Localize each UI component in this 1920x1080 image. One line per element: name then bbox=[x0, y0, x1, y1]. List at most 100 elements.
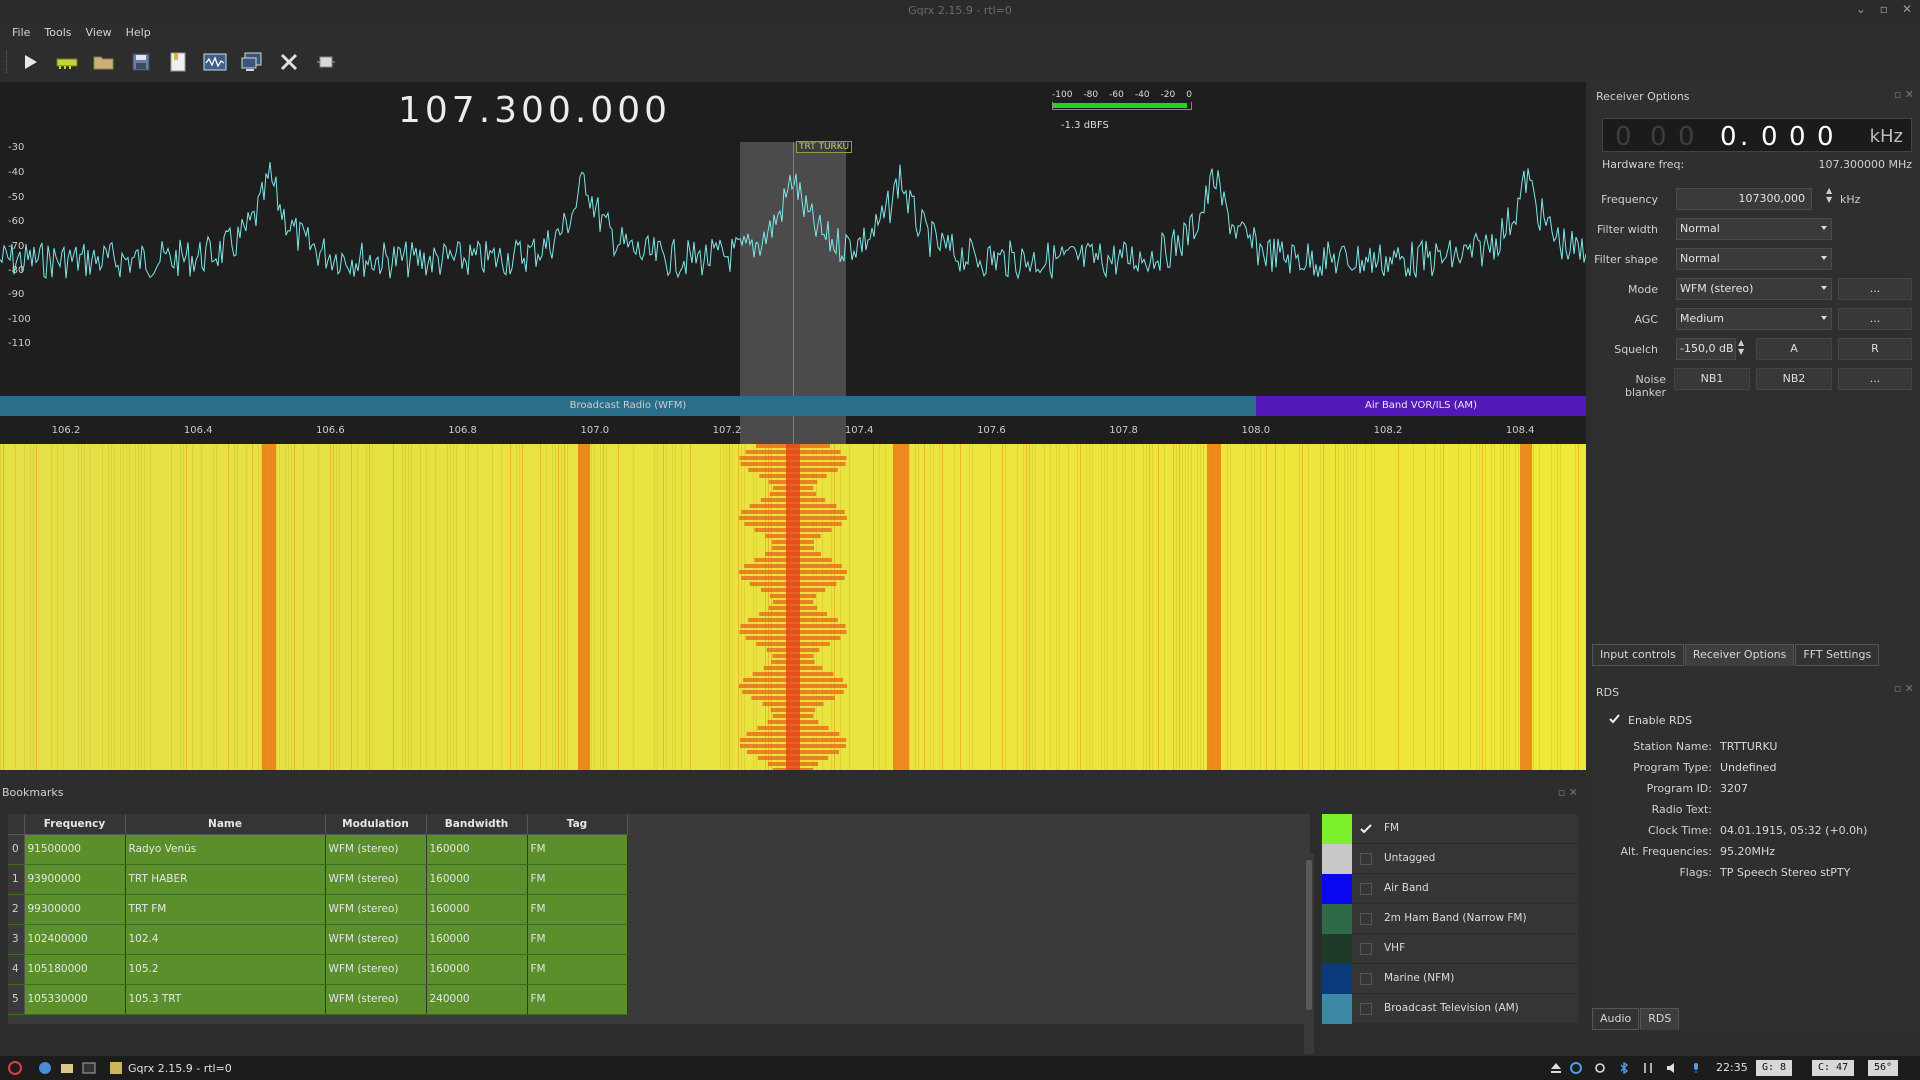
tag-checkbox[interactable] bbox=[1360, 943, 1372, 955]
tab-rds[interactable]: RDS bbox=[1640, 1008, 1680, 1030]
tab-audio[interactable]: Audio bbox=[1592, 1008, 1640, 1030]
table-row[interactable]: 3 102400000 102.4 WFM (stereo) 160000 FM bbox=[8, 924, 628, 955]
table-row[interactable]: 5 105330000 105.3 TRT WFM (stereo) 240000 FM bbox=[8, 984, 628, 1015]
cell-name[interactable]: Radyo Venüs bbox=[125, 834, 326, 865]
mode-select[interactable]: WFM (stereo) bbox=[1676, 278, 1832, 300]
cell-name[interactable]: 102.4 bbox=[125, 924, 326, 955]
cell-bandwidth[interactable]: 160000 bbox=[426, 834, 528, 865]
tag-checkbox[interactable] bbox=[1360, 883, 1372, 895]
menu-view[interactable]: View bbox=[86, 26, 112, 39]
lcd-digit[interactable]: 0 bbox=[1720, 122, 1737, 152]
table-row[interactable]: 2 99300000 TRT FM WFM (stereo) 160000 FM bbox=[8, 894, 628, 925]
open-folder-icon[interactable] bbox=[88, 48, 120, 76]
frequency-spin-icon[interactable]: ▲ ▼ bbox=[1826, 186, 1832, 204]
nb-options-button[interactable]: ... bbox=[1838, 368, 1912, 390]
settings-tools-icon[interactable] bbox=[273, 48, 305, 76]
cell-frequency[interactable]: 105330000 bbox=[24, 984, 126, 1015]
dock-float-close-icon[interactable]: ▫ ✕ bbox=[1894, 682, 1914, 695]
cell-tag[interactable]: FM bbox=[527, 894, 628, 925]
cell-tag[interactable]: FM bbox=[527, 864, 628, 895]
remote-control-icon[interactable] bbox=[236, 48, 268, 76]
table-row[interactable]: 1 93900000 TRT HABER WFM (stereo) 160000 FM bbox=[8, 864, 628, 895]
terminal-icon[interactable] bbox=[82, 1061, 96, 1075]
minimize-icon[interactable]: ⌄ bbox=[1856, 2, 1866, 16]
row-index[interactable]: 4 bbox=[8, 954, 25, 985]
tab-receiver-options[interactable]: Receiver Options bbox=[1684, 644, 1795, 666]
save-icon[interactable] bbox=[125, 48, 157, 76]
dock-float-close-icon[interactable]: ▫ ✕ bbox=[1558, 786, 1578, 799]
frequency-input[interactable]: 107300,000 bbox=[1676, 188, 1812, 210]
tag-checkbox[interactable] bbox=[1360, 973, 1372, 985]
filter-width-select[interactable]: Normal bbox=[1676, 218, 1832, 240]
cell-name[interactable]: TRT FM bbox=[125, 894, 326, 925]
mode-options-button[interactable]: ... bbox=[1838, 278, 1912, 300]
cell-bandwidth[interactable]: 160000 bbox=[426, 894, 528, 925]
menu-help[interactable]: Help bbox=[126, 26, 151, 39]
cell-frequency[interactable]: 91500000 bbox=[24, 834, 126, 865]
cell-modulation[interactable]: WFM (stereo) bbox=[325, 984, 427, 1015]
bluetooth-icon[interactable] bbox=[1618, 1062, 1630, 1074]
start-menu-icon[interactable] bbox=[8, 1061, 22, 1075]
tag-row[interactable]: FM bbox=[1322, 814, 1578, 844]
tag-checkbox[interactable] bbox=[1360, 913, 1372, 925]
network-icon[interactable] bbox=[1642, 1062, 1654, 1074]
col-name[interactable]: Name bbox=[125, 814, 326, 835]
cell-bandwidth[interactable]: 240000 bbox=[426, 984, 528, 1015]
col-tag[interactable]: Tag bbox=[527, 814, 628, 835]
tag-row[interactable]: VHF bbox=[1322, 934, 1578, 964]
cell-tag[interactable]: FM bbox=[527, 954, 628, 985]
col-modulation[interactable]: Modulation bbox=[325, 814, 427, 835]
temperature-monitor[interactable]: 56° bbox=[1868, 1060, 1899, 1076]
col-bandwidth[interactable]: Bandwidth bbox=[426, 814, 528, 835]
cell-name[interactable]: 105.3 TRT bbox=[125, 984, 326, 1015]
tag-checkbox[interactable] bbox=[1360, 1003, 1372, 1015]
cell-modulation[interactable]: WFM (stereo) bbox=[325, 924, 427, 955]
menu-file[interactable]: File bbox=[12, 26, 30, 39]
squelch-spin-icon[interactable]: ▲ ▼ bbox=[1738, 338, 1744, 356]
chip-icon[interactable] bbox=[310, 48, 342, 76]
cell-frequency[interactable]: 102400000 bbox=[24, 924, 126, 955]
lcd-digit[interactable]: 0 bbox=[1650, 122, 1667, 152]
cell-bandwidth[interactable]: 160000 bbox=[426, 864, 528, 895]
bookmark-icon[interactable] bbox=[162, 48, 194, 76]
vpn-icon[interactable] bbox=[1570, 1062, 1582, 1074]
volume-icon[interactable] bbox=[1666, 1062, 1678, 1074]
lcd-digit[interactable]: 0 bbox=[1678, 122, 1695, 152]
waterfall-display[interactable] bbox=[0, 444, 1586, 770]
tab-input-controls[interactable]: Input controls bbox=[1592, 644, 1684, 666]
frequency-lcd[interactable]: 0 0 0 0 . 0 0 0 kHz bbox=[1602, 118, 1912, 152]
row-index[interactable]: 5 bbox=[8, 984, 25, 1015]
cell-modulation[interactable]: WFM (stereo) bbox=[325, 894, 427, 925]
browser-icon[interactable] bbox=[38, 1061, 52, 1075]
tag-row[interactable]: Marine (NFM) bbox=[1322, 964, 1578, 994]
col-frequency[interactable]: Frequency bbox=[24, 814, 126, 835]
sync-icon[interactable] bbox=[1594, 1062, 1606, 1074]
row-index[interactable]: 0 bbox=[8, 834, 25, 865]
cell-tag[interactable]: FM bbox=[527, 984, 628, 1015]
lcd-digit[interactable]: 0 bbox=[1615, 122, 1632, 152]
cell-bandwidth[interactable]: 160000 bbox=[426, 954, 528, 985]
cell-bandwidth[interactable]: 160000 bbox=[426, 924, 528, 955]
filter-shape-select[interactable]: Normal bbox=[1676, 248, 1832, 270]
agc-options-button[interactable]: ... bbox=[1838, 308, 1912, 330]
eject-icon[interactable] bbox=[1550, 1062, 1562, 1074]
play-icon[interactable] bbox=[14, 48, 46, 76]
tag-row[interactable]: 2m Ham Band (Narrow FM) bbox=[1322, 904, 1578, 934]
microphone-icon[interactable] bbox=[1690, 1062, 1702, 1074]
agc-select[interactable]: Medium bbox=[1676, 308, 1832, 330]
taskbar-clock[interactable]: 22:35 bbox=[1716, 1061, 1748, 1074]
file-manager-icon[interactable] bbox=[60, 1061, 74, 1075]
nb1-button[interactable]: NB1 bbox=[1674, 368, 1750, 390]
gpu-monitor[interactable]: G: 8 bbox=[1756, 1060, 1793, 1076]
cell-tag[interactable]: FM bbox=[527, 834, 628, 865]
toolbar-handle[interactable] bbox=[6, 51, 8, 73]
tag-row[interactable]: Air Band bbox=[1322, 874, 1578, 904]
spectrum-plot[interactable]: 107.300.000 -100 -80 -60 -40 -20 0 -1.3 dBFS … bbox=[0, 82, 1586, 444]
row-index[interactable]: 2 bbox=[8, 894, 25, 925]
cell-name[interactable]: 105.2 bbox=[125, 954, 326, 985]
menu-tools[interactable]: Tools bbox=[44, 26, 71, 39]
cell-tag[interactable]: FM bbox=[527, 924, 628, 955]
row-index[interactable]: 1 bbox=[8, 864, 25, 895]
bookmarks-scrollbar[interactable] bbox=[1304, 854, 1314, 1054]
tag-row[interactable]: Untagged bbox=[1322, 844, 1578, 874]
